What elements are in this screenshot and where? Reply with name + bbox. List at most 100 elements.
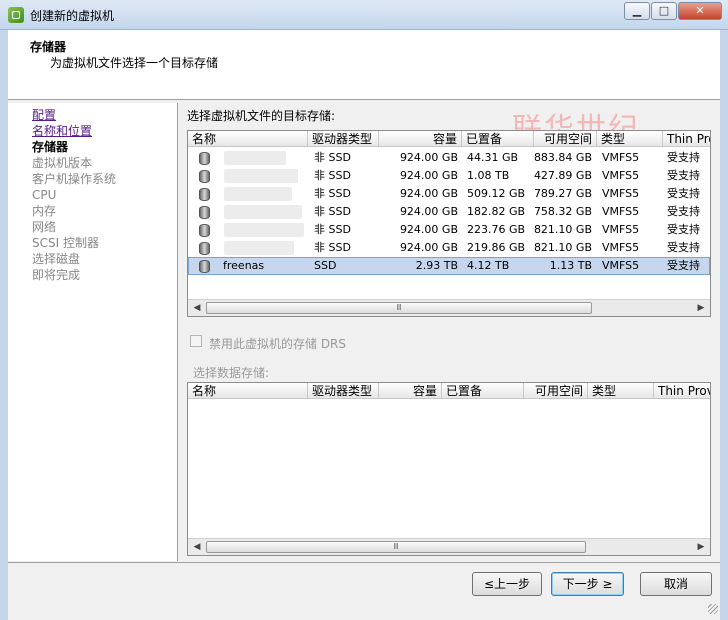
col-thin-provisioning[interactable]: Thin Provi <box>654 383 710 399</box>
cell-drive-type: 非 SSD <box>314 205 351 218</box>
cell-type: VMFS5 <box>602 151 640 164</box>
cell-type: VMFS5 <box>602 169 640 182</box>
table-row[interactable]: 非 SSD 924.00 GB 219.86 GB 821.10 GB VMFS… <box>188 239 710 257</box>
cluster-table-header: 名称 驱动器类型 容量 已置备 可用空间 类型 Thin Provi <box>188 383 710 399</box>
col-type[interactable]: 类型 <box>597 131 663 147</box>
cell-provisioned: 223.76 GB <box>467 223 526 236</box>
step-guest-os: 客户机操作系统 <box>32 172 117 186</box>
datastore-hscrollbar[interactable]: ◀ Ⅲ ▶ <box>188 299 710 316</box>
redacted-name <box>224 187 292 201</box>
datastore-icon <box>199 260 210 273</box>
cell-free-space: 1.13 TB <box>549 259 592 272</box>
redacted-name <box>224 205 302 219</box>
col-free-space[interactable]: 可用空间 <box>524 383 588 399</box>
cell-provisioned: 44.31 GB <box>467 151 519 164</box>
datastore-icon <box>199 242 210 255</box>
col-type[interactable]: 类型 <box>588 383 654 399</box>
window-title: 创建新的虚拟机 <box>30 9 115 23</box>
close-button[interactable]: ✕ <box>678 2 722 20</box>
cell-type: VMFS5 <box>602 241 640 254</box>
step-memory: 内存 <box>32 204 57 218</box>
col-free-space[interactable]: 可用空间 <box>534 131 597 147</box>
table-row[interactable]: 非 SSD 924.00 GB 182.82 GB 758.32 GB VMFS… <box>188 203 710 221</box>
cell-thin: 受支持 <box>667 223 700 236</box>
next-button[interactable]: 下一步 ≥ <box>551 572 624 596</box>
table-row[interactable]: 非 SSD 924.00 GB 1.08 TB 427.89 GB VMFS5 … <box>188 167 710 185</box>
cell-free-space: 789.27 GB <box>533 187 592 200</box>
scroll-left-icon[interactable]: ◀ <box>191 541 203 553</box>
vsphere-icon <box>8 7 24 23</box>
minimize-button[interactable]: ▁ <box>624 2 650 20</box>
cell-capacity: 924.00 GB <box>399 169 458 182</box>
disable-drs-label: 禁用此虚拟机的存储 DRS <box>209 337 347 351</box>
col-capacity[interactable]: 容量 <box>379 383 442 399</box>
col-drive-type[interactable]: 驱动器类型 <box>308 131 379 147</box>
scroll-left-icon[interactable]: ◀ <box>191 302 203 314</box>
cell-capacity: 924.00 GB <box>399 223 458 236</box>
col-drive-type[interactable]: 驱动器类型 <box>308 383 379 399</box>
datastore-icon <box>199 152 210 165</box>
cell-drive-type: 非 SSD <box>314 241 351 254</box>
maximize-button[interactable]: □ <box>651 2 677 20</box>
redacted-name <box>224 151 286 165</box>
cell-drive-type: 非 SSD <box>314 187 351 200</box>
datastore-table: 名称 驱动器类型 容量 已置备 可用空间 类型 Thin Prov 非 SSD … <box>187 130 711 317</box>
cell-capacity: 924.00 GB <box>399 205 458 218</box>
back-button[interactable]: ≤上一步 <box>472 572 542 596</box>
cell-drive-type: 非 SSD <box>314 223 351 236</box>
col-name[interactable]: 名称 <box>188 131 308 147</box>
cell-free-space: 758.32 GB <box>533 205 592 218</box>
col-provisioned[interactable]: 已置备 <box>462 131 534 147</box>
table-row[interactable]: 非 SSD 924.00 GB 223.76 GB 821.10 GB VMFS… <box>188 221 710 239</box>
scroll-right-icon[interactable]: ▶ <box>695 302 707 314</box>
scroll-thumb[interactable]: Ⅲ <box>206 302 592 314</box>
cluster-hscrollbar[interactable]: ◀ Ⅲ ▶ <box>188 538 710 555</box>
col-name[interactable]: 名称 <box>188 383 308 399</box>
resize-grip-icon[interactable] <box>708 604 718 614</box>
step-scsi-controller: SCSI 控制器 <box>32 236 99 250</box>
col-provisioned[interactable]: 已置备 <box>442 383 524 399</box>
cancel-button[interactable]: 取消 <box>640 572 712 596</box>
table-row[interactable]: 非 SSD 924.00 GB 509.12 GB 789.27 GB VMFS… <box>188 185 710 203</box>
cell-thin: 受支持 <box>667 241 700 254</box>
col-capacity[interactable]: 容量 <box>379 131 462 147</box>
cell-free-space: 821.10 GB <box>533 241 592 254</box>
cell-provisioned: 182.82 GB <box>467 205 526 218</box>
scroll-thumb[interactable]: Ⅲ <box>206 541 586 553</box>
cell-capacity: 924.00 GB <box>399 151 458 164</box>
cell-thin: 受支持 <box>667 169 700 182</box>
step-vm-version: 虚拟机版本 <box>32 156 93 170</box>
step-name-location[interactable]: 名称和位置 <box>32 123 92 139</box>
cell-thin: 受支持 <box>667 259 700 272</box>
cell-drive-type: SSD <box>314 259 337 272</box>
wizard-header: 存储器 为虚拟机文件选择一个目标存储 <box>8 30 720 100</box>
cell-free-space: 821.10 GB <box>533 223 592 236</box>
redacted-name <box>224 241 294 255</box>
cell-drive-type: 非 SSD <box>314 169 351 182</box>
select-storage-label: 选择虚拟机文件的目标存储: <box>187 109 336 123</box>
disable-drs-checkbox <box>190 335 202 347</box>
window-frame-left <box>0 30 8 620</box>
footer-separator <box>8 562 720 563</box>
datastore-icon <box>199 188 210 201</box>
title-bar: 创建新的虚拟机 ▁ □ ✕ <box>0 0 728 30</box>
cell-thin: 受支持 <box>667 151 700 164</box>
cell-capacity: 2.93 TB <box>415 259 458 272</box>
datastore-icon <box>199 170 210 183</box>
step-ready-complete: 即将完成 <box>32 268 81 282</box>
step-storage: 存储器 <box>32 140 69 154</box>
table-row-selected[interactable]: freenas SSD 2.93 TB 4.12 TB 1.13 TB VMFS… <box>188 257 710 275</box>
cell-type: VMFS5 <box>602 259 640 272</box>
window-frame-right <box>720 30 728 620</box>
redacted-name <box>224 169 298 183</box>
cell-type: VMFS5 <box>602 187 640 200</box>
page-subtitle: 为虚拟机文件选择一个目标存储 <box>50 56 219 70</box>
cell-capacity: 924.00 GB <box>399 187 458 200</box>
step-config[interactable]: 配置 <box>32 107 56 123</box>
scroll-right-icon[interactable]: ▶ <box>695 541 707 553</box>
col-thin-provisioning[interactable]: Thin Prov <box>663 131 710 147</box>
table-row[interactable]: 非 SSD 924.00 GB 44.31 GB 883.84 GB VMFS5… <box>188 149 710 167</box>
cell-type: VMFS5 <box>602 223 640 236</box>
cell-provisioned: 4.12 TB <box>467 259 510 272</box>
cell-name: freenas <box>223 259 265 272</box>
